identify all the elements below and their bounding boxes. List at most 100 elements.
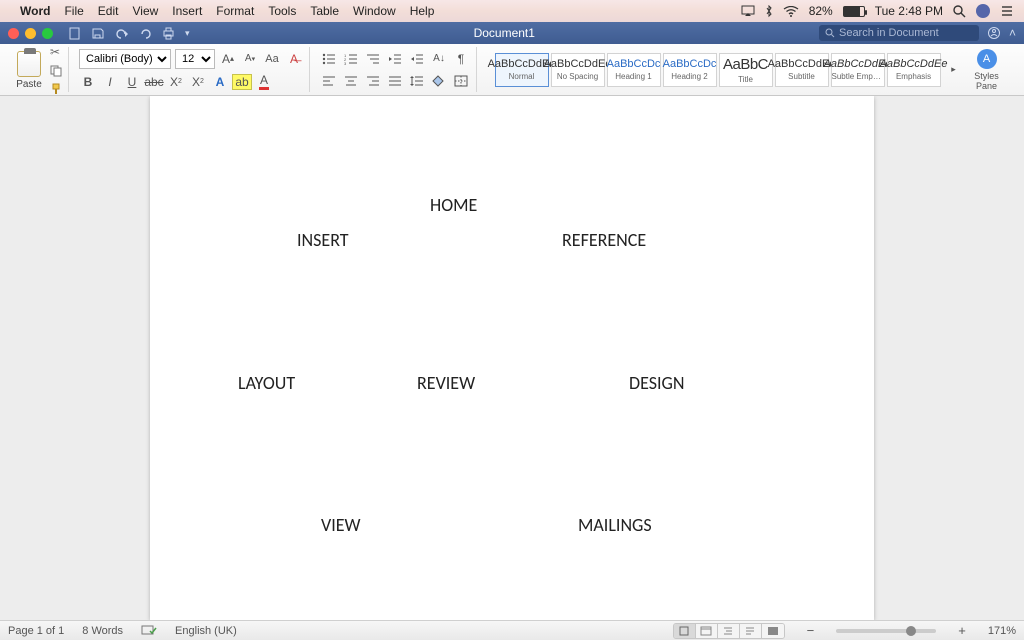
spellcheck-icon[interactable] [141,625,157,637]
superscript-button[interactable]: X2 [189,73,207,91]
doc-word[interactable]: MAILINGS [578,514,652,536]
highlight-button[interactable]: ab [233,73,251,91]
style-no-spacing[interactable]: AaBbCcDdEeNo Spacing [551,53,605,87]
format-painter-icon[interactable] [50,83,62,95]
change-case-button[interactable]: Aa [263,50,281,68]
styles-pane-button[interactable]: A Styles Pane [967,49,1007,91]
italic-button[interactable]: I [101,73,119,91]
window-zoom-button[interactable] [42,28,53,39]
sort-button[interactable]: A↓ [430,50,448,68]
menu-window[interactable]: Window [353,4,396,18]
qat-redo-icon[interactable] [139,27,152,40]
style-emphasis[interactable]: AaBbCcDdEeEmphasis [887,53,941,87]
text-effects-button[interactable]: A [211,73,229,91]
airplay-icon[interactable] [741,5,755,17]
menu-file[interactable]: File [64,4,83,18]
styles-more-button[interactable]: ▸ [945,61,963,79]
doc-word[interactable]: VIEW [321,514,361,536]
multilevel-list-button[interactable] [364,50,382,68]
zoom-percent[interactable]: 171% [988,625,1016,637]
increase-indent-button[interactable] [408,50,426,68]
menu-view[interactable]: View [132,4,158,18]
qat-save-icon[interactable] [91,27,104,40]
doc-word[interactable]: LAYOUT [238,372,295,394]
styles-gallery[interactable]: AaBbCcDdEeNormalAaBbCcDdEeNo SpacingAaBb… [495,53,941,87]
battery-icon[interactable] [843,6,865,17]
grow-font-button[interactable]: A▴ [219,50,237,68]
style-name: Emphasis [896,72,931,81]
paste-button[interactable]: Paste [10,49,48,90]
font-color-button[interactable]: A [255,73,273,91]
bluetooth-icon[interactable] [765,5,773,18]
page[interactable]: HOME INSERT REFERENCE LAYOUT REVIEW DESIGN VIE… [150,96,874,620]
notification-center-icon[interactable] [1000,5,1014,17]
document-canvas[interactable]: HOME INSERT REFERENCE LAYOUT REVIEW DESIGN VIE… [0,96,1024,620]
menu-table[interactable]: Table [310,4,339,18]
paste-label: Paste [16,79,42,90]
status-language[interactable]: English (UK) [175,625,237,637]
doc-word[interactable]: DESIGN [629,372,684,394]
view-web-layout-icon[interactable] [696,624,718,638]
subscript-button[interactable]: X2 [167,73,185,91]
qat-print-icon[interactable] [162,27,175,40]
underline-button[interactable]: U [123,73,141,91]
style-subtitle[interactable]: AaBbCcDdEeSubtitle [775,53,829,87]
zoom-slider[interactable] [836,629,936,633]
menu-help[interactable]: Help [410,4,435,18]
align-right-button[interactable] [364,72,382,90]
doc-word[interactable]: INSERT [297,229,349,251]
view-outline-icon[interactable] [718,624,740,638]
style-heading-2[interactable]: AaBbCcDcHeading 2 [663,53,717,87]
shading-button[interactable] [430,72,448,90]
search-in-document[interactable]: Search in Document [819,25,979,41]
zoom-in-button[interactable]: + [954,623,970,638]
menu-tools[interactable]: Tools [268,4,296,18]
doc-word[interactable]: HOME [430,194,477,216]
share-icon[interactable] [987,26,1001,40]
doc-word[interactable]: REFERENCE [562,229,646,251]
view-print-layout-icon[interactable] [674,624,696,638]
doc-word[interactable]: REVIEW [417,372,475,394]
menu-format[interactable]: Format [216,4,254,18]
align-left-button[interactable] [320,72,338,90]
numbering-button[interactable]: 123 [342,50,360,68]
style-heading-1[interactable]: AaBbCcDcHeading 1 [607,53,661,87]
view-focus-icon[interactable] [762,624,784,638]
window-minimize-button[interactable] [25,28,36,39]
status-word-count[interactable]: 8 Words [82,625,123,637]
menubar-clock[interactable]: Tue 2:48 PM [875,4,943,18]
style-normal[interactable]: AaBbCcDdEeNormal [495,53,549,87]
shrink-font-button[interactable]: A▾ [241,50,259,68]
window-close-button[interactable] [8,28,19,39]
show-marks-button[interactable]: ¶ [452,50,470,68]
copy-icon[interactable] [50,65,62,77]
bold-button[interactable]: B [79,73,97,91]
user-icon[interactable] [976,4,990,18]
cut-icon[interactable]: ✂ [50,45,62,59]
menu-app[interactable]: Word [20,4,50,18]
status-page[interactable]: Page 1 of 1 [8,625,64,637]
borders-button[interactable] [452,72,470,90]
clear-formatting-button[interactable]: A̶ [285,50,303,68]
menu-insert[interactable]: Insert [172,4,202,18]
view-switcher[interactable] [673,623,785,639]
justify-button[interactable] [386,72,404,90]
style-title[interactable]: AaBbCTitle [719,53,773,87]
line-spacing-button[interactable] [408,72,426,90]
ribbon-toggle-icon[interactable]: ˄ [1009,26,1016,40]
decrease-indent-button[interactable] [386,50,404,68]
spotlight-icon[interactable] [953,5,966,18]
font-name-select[interactable]: Calibri (Body) [79,49,171,69]
strikethrough-button[interactable]: abc [145,73,163,91]
qat-undo-icon[interactable] [114,27,129,40]
font-size-select[interactable]: 12 [175,49,215,69]
align-center-button[interactable] [342,72,360,90]
menu-edit[interactable]: Edit [98,4,119,18]
style-name: Normal [509,72,535,81]
qat-new-icon[interactable] [68,27,81,40]
zoom-out-button[interactable]: − [803,623,819,638]
wifi-icon[interactable] [783,6,799,17]
bullets-button[interactable] [320,50,338,68]
view-draft-icon[interactable] [740,624,762,638]
style-subtle-emph-[interactable]: AaBbCcDdEeSubtle Emph... [831,53,885,87]
